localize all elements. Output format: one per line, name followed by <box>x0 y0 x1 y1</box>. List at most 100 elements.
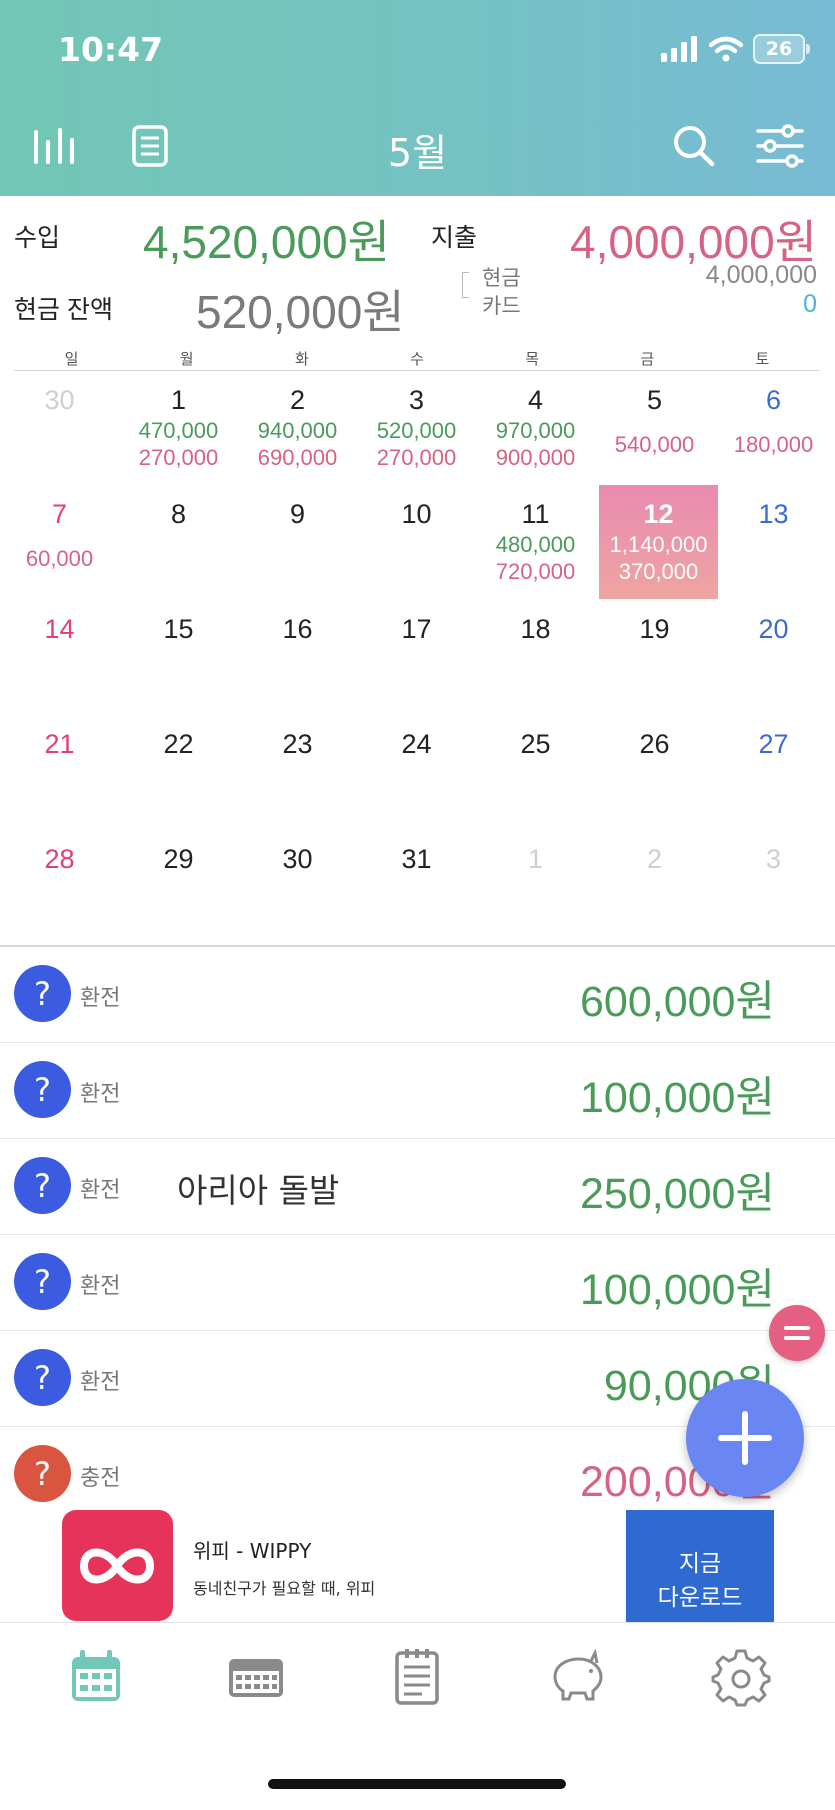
calendar-day[interactable]: 15 <box>119 600 238 714</box>
calendar-day[interactable]: 14 <box>0 600 119 714</box>
notes-icon[interactable] <box>387 1647 447 1707</box>
battery-indicator: 26 <box>753 34 810 64</box>
day-number: 16 <box>282 614 313 644</box>
day-number: 5 <box>646 385 663 415</box>
status-icons: 26 <box>661 34 810 64</box>
category-icon: ? <box>14 1157 71 1214</box>
weekday-fri: 금 <box>640 350 655 368</box>
filter-icon[interactable] <box>756 124 804 168</box>
expense-label: 지출 <box>431 224 478 252</box>
category-icon: ? <box>14 965 71 1022</box>
bracket-divider <box>462 272 469 298</box>
category-label: 환전 <box>80 1178 121 1203</box>
calendar-day[interactable]: 9 <box>238 485 357 599</box>
ad-download-button[interactable]: 지금 다운로드 <box>626 1510 774 1622</box>
day-number: 1 <box>527 844 544 874</box>
day-income: 940,000 <box>257 418 338 443</box>
calendar-day[interactable]: 3 <box>714 830 833 944</box>
day-number: 27 <box>758 729 789 759</box>
search-icon[interactable] <box>672 124 716 168</box>
calendar-day[interactable]: 5 540,000 <box>595 371 714 485</box>
collapse-button[interactable] <box>769 1305 825 1361</box>
day-number: 30 <box>282 844 313 874</box>
calendar-day[interactable]: 7 60,000 <box>0 485 119 599</box>
calendar-day[interactable]: 13 <box>714 485 833 599</box>
day-number: 11 <box>521 499 550 529</box>
calendar-day[interactable]: 24 <box>357 715 476 829</box>
calendar-day[interactable]: 23 <box>238 715 357 829</box>
day-number: 28 <box>44 844 75 874</box>
calendar-day[interactable]: 25 <box>476 715 595 829</box>
day-number: 19 <box>639 614 670 644</box>
weekday-wed: 수 <box>410 350 424 368</box>
calendar-day[interactable]: 3 520,000 270,000 <box>357 371 476 485</box>
day-number: 20 <box>758 614 789 644</box>
day-number: 4 <box>527 385 544 415</box>
ad-tagline: 동네친구가 필요할 때, 위피 <box>193 1579 376 1598</box>
day-expense: 540,000 <box>614 432 695 457</box>
day-number: 14 <box>44 614 75 644</box>
day-number: 31 <box>401 844 432 874</box>
calendar-day[interactable]: 1 470,000 270,000 <box>119 371 238 485</box>
amount-value: 250,000원 <box>580 1170 775 1218</box>
day-number: 3 <box>765 844 782 874</box>
calendar-day[interactable]: 29 <box>119 830 238 944</box>
day-number: 21 <box>44 729 75 759</box>
income-value: 4,520,000원 <box>143 216 390 268</box>
calendar-day[interactable]: 4 970,000 900,000 <box>476 371 595 485</box>
calendar-day[interactable]: 22 <box>119 715 238 829</box>
calendar-day[interactable]: 17 <box>357 600 476 714</box>
calendar-day[interactable]: 11 480,000 720,000 <box>476 485 595 599</box>
amount-value: 100,000원 <box>580 1266 775 1314</box>
calendar-day[interactable]: 20 <box>714 600 833 714</box>
transaction-row[interactable]: ? 환전 100,000원 <box>0 1043 835 1139</box>
calendar-day[interactable]: 8 <box>119 485 238 599</box>
gear-icon[interactable] <box>711 1647 771 1707</box>
balance-label: 현금 잔액 <box>14 296 113 324</box>
calendar-day[interactable]: 16 <box>238 600 357 714</box>
weekday-tue: 화 <box>294 350 309 368</box>
week-icon[interactable] <box>226 1647 286 1707</box>
wippy-logo <box>62 1510 173 1621</box>
status-time: 10:47 <box>58 30 164 69</box>
add-transaction-button[interactable] <box>686 1379 804 1497</box>
day-number: 2 <box>289 385 306 415</box>
day-number: 23 <box>282 729 313 759</box>
day-number: 24 <box>401 729 432 759</box>
cash-value: 4,000,000 <box>705 261 817 289</box>
top-header: 10:47 26 5월 <box>0 0 835 196</box>
calendar-day[interactable]: 10 <box>357 485 476 599</box>
day-expense: 370,000 <box>618 559 699 584</box>
calendar-day[interactable]: 26 <box>595 715 714 829</box>
calendar-day[interactable]: 2 <box>595 830 714 944</box>
calendar-day[interactable]: 18 <box>476 600 595 714</box>
calendar-day[interactable]: 30 <box>0 371 119 485</box>
transaction-row[interactable]: ? 환전 아리아 돌발 250,000원 <box>0 1139 835 1235</box>
category-label: 환전 <box>80 1274 121 1299</box>
day-expense: 720,000 <box>495 559 576 584</box>
calendar-day[interactable]: 2 940,000 690,000 <box>238 371 357 485</box>
cash-label: 현금 <box>482 267 521 290</box>
calendar-day[interactable]: 28 <box>0 830 119 944</box>
transaction-row[interactable]: ? 환전 600,000원 <box>0 947 835 1043</box>
ad-banner[interactable]: 위피 - WIPPY 동네친구가 필요할 때, 위피 지금 다운로드 <box>0 1505 835 1622</box>
calendar-day[interactable]: 30 <box>238 830 357 944</box>
calendar-day-selected[interactable]: 12 1,140,000 370,000 <box>599 485 718 599</box>
weekday-sat: 토 <box>755 350 770 368</box>
piggy-bank-icon[interactable] <box>547 1647 607 1707</box>
card-label: 카드 <box>482 295 521 318</box>
day-number: 29 <box>163 844 194 874</box>
category-label: 환전 <box>80 986 121 1011</box>
calendar-day[interactable]: 21 <box>0 715 119 829</box>
transaction-row[interactable]: ? 환전 100,000원 <box>0 1235 835 1331</box>
ad-app-name: 위피 - WIPPY <box>193 1539 312 1563</box>
calendar-icon[interactable] <box>66 1647 126 1707</box>
calendar-day[interactable]: 19 <box>595 600 714 714</box>
day-number: 8 <box>170 499 187 529</box>
calendar-day[interactable]: 6 180,000 <box>714 371 833 485</box>
day-number: 25 <box>520 729 551 759</box>
weekday-mon: 월 <box>179 350 194 368</box>
calendar-day[interactable]: 31 <box>357 830 476 944</box>
calendar-day[interactable]: 27 <box>714 715 833 829</box>
calendar-day[interactable]: 1 <box>476 830 595 944</box>
